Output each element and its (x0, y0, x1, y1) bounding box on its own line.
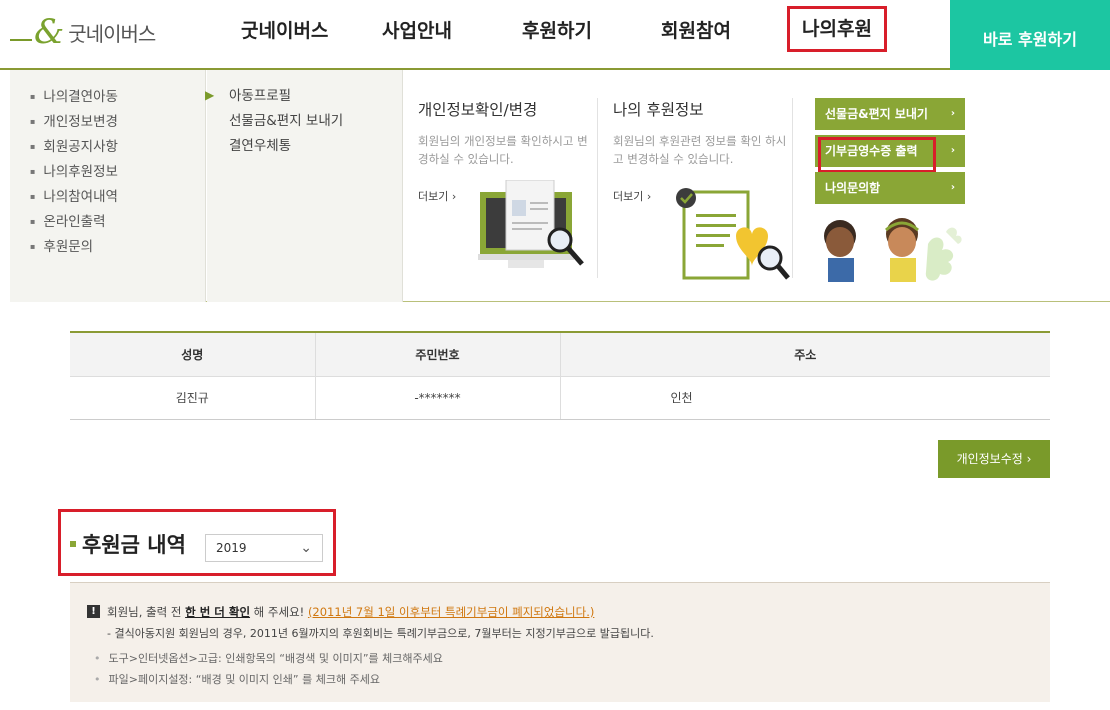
card-my-donation-info: 나의 후원정보 회원님의 후원관련 정보를 확인 하시고 변경하실 수 있습니다… (613, 98, 793, 168)
card-title: 나의 후원정보 (613, 101, 704, 119)
submenu-child-profile[interactable]: 아동프로필 (229, 84, 402, 109)
card-desc: 회원님의 개인정보를 확인하시고 변경하실 수 있습니다. (418, 134, 588, 166)
edit-personal-info-button[interactable]: 개인정보수정 › (938, 440, 1050, 478)
menu-item-online-print[interactable]: 온라인출력 (30, 209, 205, 234)
year-select[interactable]: 2019 ⌄ (205, 534, 323, 562)
divider (597, 98, 598, 278)
cell-name: 김진규 (70, 376, 315, 420)
chevron-right-icon: › (950, 182, 955, 193)
table-header-row: 성명 주민번호 주소 (70, 333, 1050, 377)
card-personal-info: 개인정보확인/변경 회원님의 개인정보를 확인하시고 변경하실 수 있습니다. (418, 98, 598, 168)
page: & 굿네이버스 굿네이버스 사업안내 후원하기 회원참여 나의후원 바로 후원하… (0, 0, 1110, 710)
monitor-document-icon (478, 180, 584, 268)
submenu-gift-letter[interactable]: 선물금&편지 보내기 (229, 109, 402, 134)
nav-business[interactable]: 사업안내 (374, 14, 460, 45)
chevron-right-icon: › (950, 108, 955, 119)
logo-line (10, 39, 32, 41)
card-more-link[interactable]: 더보기 › (418, 188, 456, 204)
nav-member[interactable]: 회원참여 (653, 14, 739, 45)
caret-right-icon: ▶ (205, 88, 215, 102)
menu-item-donation-info[interactable]: 나의후원정보 (30, 159, 205, 184)
logo-mark-icon: & (34, 12, 65, 52)
card-more-link[interactable]: 더보기 › (613, 188, 651, 204)
member-info-table: 성명 주민번호 주소 김진규 -******* 인천 (70, 331, 1050, 420)
table-row: 김진규 -******* 인천 (70, 376, 1050, 420)
cell-resident-number: -******* (314, 376, 560, 420)
my-inquiry-button[interactable]: 나의문의함 › (815, 172, 965, 204)
nav-donate[interactable]: 후원하기 (514, 14, 600, 45)
notice-line-1: 회원님, 출력 전 한 번 더 확인 해 주세요! (2011년 7월 1일 이… (107, 605, 595, 619)
cell-address: 인천 (559, 376, 1050, 420)
header-name: 성명 (70, 333, 315, 377)
menu-item-edit-info[interactable]: 개인정보변경 (30, 109, 205, 134)
divider (792, 98, 793, 278)
menu-item-inquiry[interactable]: 후원문의 (30, 234, 205, 259)
print-notice-box: ! 회원님, 출력 전 한 번 더 확인 해 주세요! (2011년 7월 1일… (70, 582, 1050, 702)
notice-bullet-1: 도구>인터넷옵션>고급: 인쇄항목의 “배경색 및 이미지”를 체크해주세요 (94, 650, 443, 666)
chevron-right-icon: › (950, 145, 955, 156)
header-resident-number: 주민번호 (314, 333, 560, 377)
site-header: & 굿네이버스 굿네이버스 사업안내 후원하기 회원참여 나의후원 (0, 0, 1110, 70)
children-illustration-icon (824, 218, 962, 282)
card-desc: 회원님의 후원관련 정보를 확인 하시고 변경하실 수 있습니다. (613, 134, 787, 166)
sub-menu-list: ▶ 아동프로필 선물금&편지 보내기 결연우체통 (205, 70, 403, 302)
bullet-icon (70, 541, 76, 547)
mega-menu: 나의결연아동 개인정보변경 회원공지사항 나의후원정보 나의참여내역 온라인출력… (10, 70, 1110, 302)
gift-letter-button[interactable]: 선물금&편지 보내기 › (815, 98, 965, 130)
document-heart-icon (676, 188, 790, 280)
header-address: 주소 (559, 333, 1050, 377)
submenu-mailbox[interactable]: 결연우체통 (229, 134, 402, 159)
logo-text: 굿네이버스 (68, 21, 156, 46)
menu-item-participation[interactable]: 나의참여내역 (30, 184, 205, 209)
donation-history-title: 후원금 내역 (82, 533, 186, 557)
alert-icon: ! (87, 605, 100, 618)
my-menu-list: 나의결연아동 개인정보변경 회원공지사항 나의후원정보 나의참여내역 온라인출력… (10, 70, 206, 302)
notice-line-2: - 결식아동지원 회원님의 경우, 2011년 6월까지의 후원회비는 특례기부… (107, 627, 654, 640)
chevron-down-icon: ⌄ (300, 540, 312, 556)
card-title: 개인정보확인/변경 (418, 101, 538, 119)
nav-goodneighbors[interactable]: 굿네이버스 (233, 14, 336, 45)
menu-item-notice[interactable]: 회원공지사항 (30, 134, 205, 159)
notice-bullet-2: 파일>페이지설정: “배경 및 이미지 인쇄” 를 체크해 주세요 (94, 671, 380, 687)
menu-item-sponsored-child[interactable]: 나의결연아동 (30, 84, 205, 109)
nav-my-donation[interactable]: 나의후원 (787, 6, 887, 52)
receipt-print-button[interactable]: 기부금영수증 출력 › (815, 135, 965, 173)
site-logo[interactable]: & 굿네이버스 (10, 12, 156, 52)
